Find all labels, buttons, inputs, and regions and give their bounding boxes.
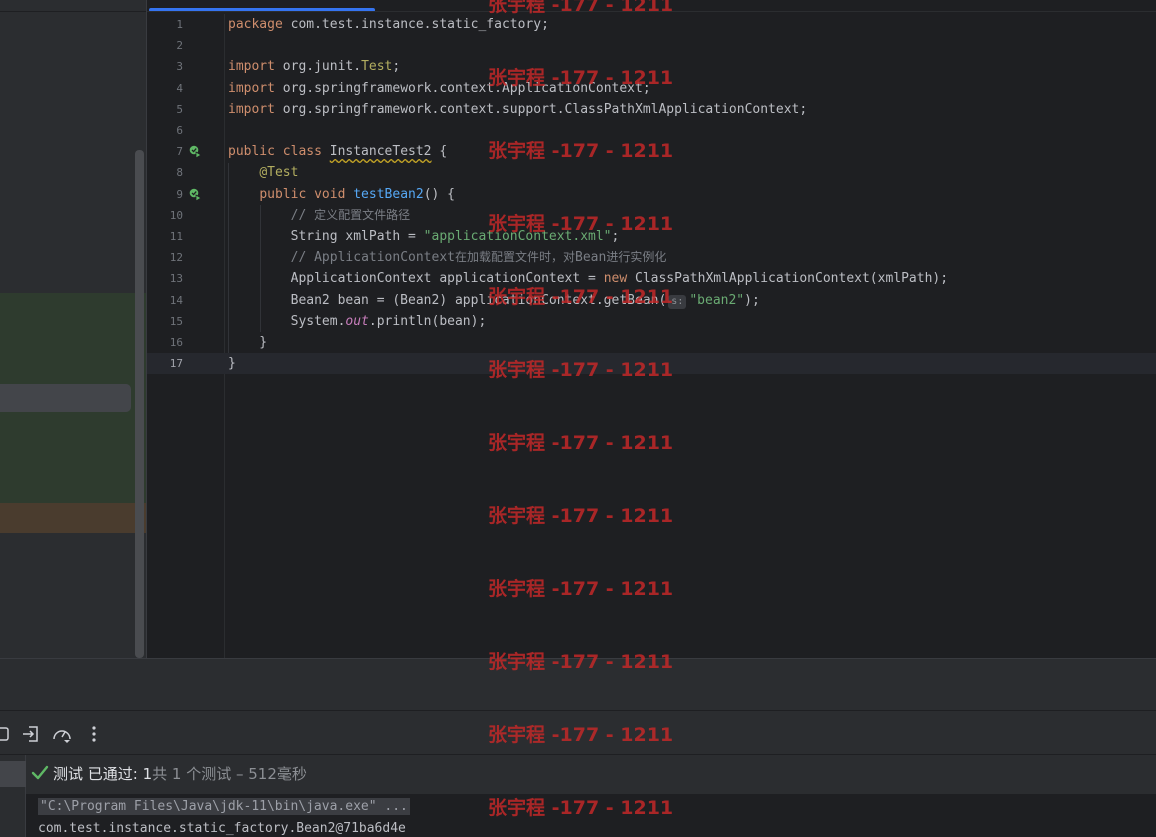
test-results-bar: 测试 已通过: 1共 1 个测试 – 512毫秒 <box>0 754 1156 837</box>
test-passed-count: 1 <box>142 765 153 783</box>
line-number[interactable]: 10 <box>147 205 183 226</box>
code-line[interactable]: 15 System.out.println(bean); <box>147 311 1156 332</box>
code-line[interactable]: 6 <box>147 120 1156 141</box>
code-editor[interactable]: 1 package com.test.instance.static_factor… <box>146 0 1156 658</box>
code-text[interactable]: @Test <box>228 162 298 183</box>
run-test-icon[interactable] <box>189 188 202 201</box>
code-line[interactable]: 11 String xmlPath = "applicationContext.… <box>147 226 1156 247</box>
code-text[interactable]: import org.springframework.context.suppo… <box>228 99 807 120</box>
stop-icon[interactable] <box>0 723 14 745</box>
code-text[interactable]: // ApplicationContext在加载配置文件时，对Bean进行实例化 <box>228 247 667 268</box>
project-tree-modified-row[interactable] <box>0 503 146 533</box>
code-line[interactable]: 17} <box>147 353 1156 375</box>
project-pane-header <box>0 0 146 12</box>
code-line[interactable]: 4 import org.springframework.context.Appl… <box>147 78 1156 99</box>
code-line[interactable]: 14 Bean2 bean = (Bean2) applicationConte… <box>147 290 1156 311</box>
import-icon[interactable] <box>20 723 42 745</box>
code-text[interactable]: } <box>228 353 236 374</box>
line-number[interactable]: 6 <box>147 120 183 141</box>
code-text[interactable]: String xmlPath = "applicationContext.xml… <box>228 226 620 247</box>
code-line[interactable]: 7 public class InstanceTest2 { <box>147 141 1156 162</box>
more-options-icon[interactable] <box>83 723 105 745</box>
code-text[interactable]: // 定义配置文件路径 <box>228 205 411 226</box>
line-number[interactable]: 4 <box>147 78 183 99</box>
line-number[interactable]: 11 <box>147 226 183 247</box>
code-text[interactable]: package com.test.instance.static_factory… <box>228 14 549 35</box>
line-number[interactable]: 17 <box>147 353 183 374</box>
code-text[interactable]: import org.junit.Test; <box>228 56 400 77</box>
line-number[interactable]: 16 <box>147 332 183 353</box>
check-icon <box>31 765 49 780</box>
code-text[interactable]: System.out.println(bean); <box>228 311 487 332</box>
line-number[interactable]: 9 <box>147 184 183 205</box>
test-status-text: 测试 已通过: 1共 1 个测试 – 512毫秒 <box>53 763 307 784</box>
test-tree-strip <box>0 755 26 837</box>
line-number[interactable]: 14 <box>147 290 183 311</box>
project-pane <box>0 0 146 658</box>
code-line[interactable]: 13 ApplicationContext applicationContext… <box>147 268 1156 289</box>
code-text[interactable]: import org.springframework.context.Appli… <box>228 78 651 99</box>
test-status-label: 测试 已通过: <box>53 765 143 783</box>
run-test-icon[interactable] <box>189 145 202 159</box>
test-summary: 共 1 个测试 – 512毫秒 <box>152 765 307 783</box>
line-number[interactable]: 15 <box>147 311 183 332</box>
console-command-line[interactable]: "C:\Program Files\Java\jdk-11\bin\java.e… <box>38 798 410 815</box>
line-number[interactable]: 2 <box>147 35 183 56</box>
editor-bottom-band <box>0 658 1156 710</box>
project-pane-scrollbar[interactable] <box>135 150 144 658</box>
line-number[interactable]: 3 <box>147 56 183 77</box>
line-number[interactable]: 5 <box>147 99 183 120</box>
line-number[interactable]: 13 <box>147 268 183 289</box>
line-number[interactable]: 12 <box>147 247 183 268</box>
code-text[interactable]: public class InstanceTest2 { <box>228 141 447 162</box>
code-text[interactable]: } <box>228 332 267 353</box>
code-line[interactable]: 12 // ApplicationContext在加载配置文件时，对Bean进行… <box>147 247 1156 268</box>
tab-bar-divider <box>147 11 1156 12</box>
line-number[interactable]: 7 <box>147 141 183 162</box>
code-line[interactable]: 3 import org.junit.Test; <box>147 56 1156 77</box>
code-line[interactable]: 1 package com.test.instance.static_factor… <box>147 14 1156 35</box>
console-output-line: com.test.instance.static_factory.Bean2@7… <box>38 821 406 836</box>
code-line[interactable]: 10 // 定义配置文件路径 <box>147 205 1156 226</box>
code-line[interactable]: 8 @Test <box>147 162 1156 183</box>
line-number[interactable]: 8 <box>147 162 183 183</box>
code-text[interactable]: ApplicationContext applicationContext = … <box>228 268 948 289</box>
code-line[interactable]: 16 } <box>147 332 1156 353</box>
line-number[interactable]: 1 <box>147 14 183 35</box>
run-console[interactable]: "C:\Program Files\Java\jdk-11\bin\java.e… <box>26 794 1156 837</box>
code-line[interactable]: 9 public void testBean2() { <box>147 184 1156 205</box>
code-text[interactable]: Bean2 bean = (Bean2) applicationContext.… <box>228 290 760 311</box>
code-text[interactable]: public void testBean2() { <box>228 184 455 205</box>
run-toolbar <box>0 710 1156 754</box>
test-tree-selected-item[interactable] <box>0 761 26 787</box>
code-line[interactable]: 5 import org.springframework.context.supp… <box>147 99 1156 120</box>
project-tree-selected-row[interactable] <box>0 384 131 412</box>
code-line[interactable]: 2 <box>147 35 1156 56</box>
gauge-icon[interactable] <box>50 723 72 745</box>
